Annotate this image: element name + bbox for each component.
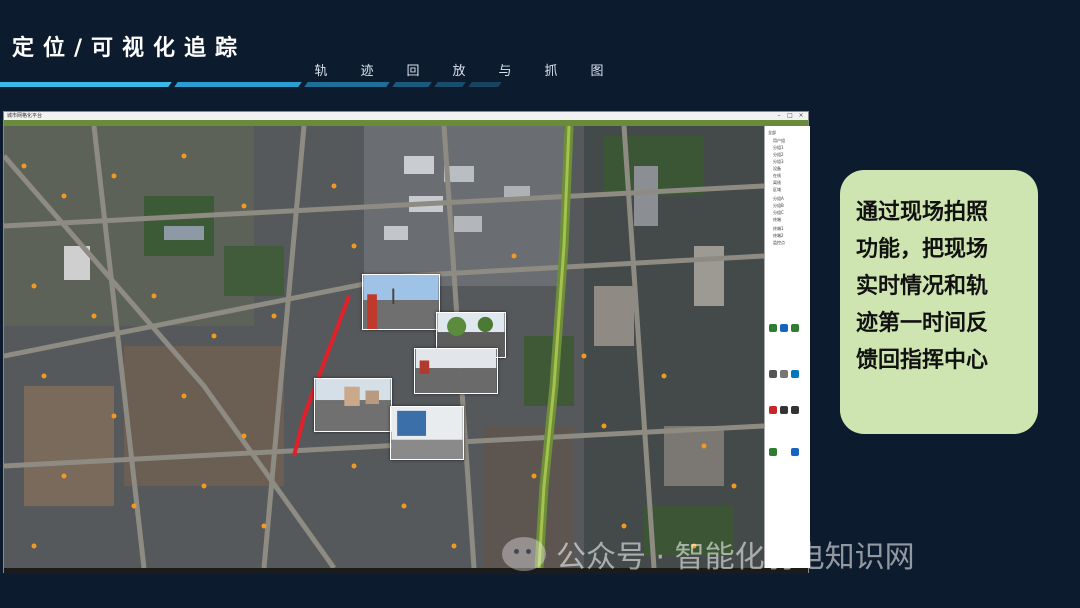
subtitle-char: 回 bbox=[406, 64, 420, 79]
subtitle-char: 放 bbox=[452, 64, 466, 79]
map-tool-icon[interactable] bbox=[791, 324, 799, 332]
callout-line: 通过现场拍照 bbox=[856, 200, 989, 225]
watermark-text: 公众号 · 智能化弱电知识网 bbox=[556, 540, 915, 575]
slide-title: 定位/可视化追踪 bbox=[12, 36, 247, 61]
satellite-map[interactable] bbox=[4, 126, 764, 568]
tree-item[interactable]: 终端 bbox=[773, 217, 781, 223]
subtitle-char: 图 bbox=[590, 64, 604, 79]
tree-item[interactable]: 区域 bbox=[773, 187, 781, 193]
tree-item[interactable]: 分组1 bbox=[773, 145, 784, 151]
tree-item[interactable]: 分组B bbox=[773, 203, 784, 209]
callout-line: 实时情况和轨 bbox=[856, 274, 989, 299]
field-photo[interactable] bbox=[314, 378, 392, 432]
map-tool-icon[interactable] bbox=[769, 448, 777, 456]
tree-item[interactable]: 分组3 bbox=[773, 159, 784, 165]
tree-item[interactable]: 分组A bbox=[773, 196, 784, 202]
map-tool-icon[interactable] bbox=[791, 370, 799, 378]
map-tool-icon[interactable] bbox=[769, 324, 777, 332]
title-underline-segment bbox=[468, 82, 502, 87]
title-underline-segment bbox=[434, 82, 466, 87]
field-photo[interactable] bbox=[414, 348, 498, 394]
callout-line: 馈回指挥中心 bbox=[856, 348, 989, 373]
description-callout: 通过现场拍照 功能，把现场 实时情况和轨 迹第一时间反 馈回指挥中心 bbox=[840, 170, 1038, 434]
slide-subtitle: 轨 迹 回 放 与 抓 图 bbox=[312, 60, 606, 79]
app-titlebar: 城市网格化平台 – □ × bbox=[4, 112, 808, 120]
map-tool-icon[interactable] bbox=[769, 370, 777, 378]
title-underline-segment bbox=[392, 82, 432, 87]
tree-item[interactable]: 用户组 bbox=[773, 138, 785, 144]
map-tool-icon[interactable] bbox=[791, 406, 799, 414]
subtitle-char: 抓 bbox=[544, 64, 558, 79]
watermark: 公众号 · 智能化弱电知识网 bbox=[502, 532, 915, 576]
map-tool-icon[interactable] bbox=[780, 370, 788, 378]
field-photo[interactable] bbox=[390, 406, 464, 460]
tree-item[interactable]: 分组C bbox=[773, 210, 784, 216]
device-tree-panel[interactable]: 全部用户组 分组1 分组2 分组3 设备 在线 离线 区域分组A 分组B 分组C 终端终端1 终端2 监… bbox=[764, 126, 810, 568]
window-close-icon[interactable]: × bbox=[797, 112, 805, 120]
map-tool-icon[interactable] bbox=[780, 406, 788, 414]
tree-item[interactable]: 在线 bbox=[773, 173, 781, 179]
app-window-title: 城市网格化平台 bbox=[7, 113, 43, 119]
title-underline-segment bbox=[174, 82, 302, 87]
window-maximize-icon[interactable]: □ bbox=[786, 112, 794, 120]
tree-item[interactable]: 设备 bbox=[773, 166, 781, 172]
window-controls: – □ × bbox=[775, 112, 805, 120]
tree-item[interactable]: 终端1 bbox=[773, 226, 784, 232]
tree-item[interactable]: 监控点 bbox=[773, 240, 785, 246]
subtitle-char: 迹 bbox=[360, 64, 374, 79]
map-tool-icon[interactable] bbox=[780, 324, 788, 332]
tree-item[interactable]: 全部 bbox=[768, 130, 776, 136]
field-photo[interactable] bbox=[362, 274, 440, 330]
callout-line: 功能，把现场 bbox=[856, 237, 989, 262]
title-underline-segment bbox=[304, 82, 390, 87]
callout-line: 迹第一时间反 bbox=[856, 311, 989, 336]
tree-item[interactable]: 离线 bbox=[773, 180, 781, 186]
map-tool-icon[interactable] bbox=[791, 448, 799, 456]
tree-item[interactable]: 终端2 bbox=[773, 233, 784, 239]
title-underline-bar bbox=[0, 82, 172, 87]
tree-item[interactable]: 分组2 bbox=[773, 152, 784, 158]
map-tool-icon[interactable] bbox=[769, 406, 777, 414]
satellite-map-graphics bbox=[4, 126, 764, 568]
window-minimize-icon[interactable]: – bbox=[775, 112, 783, 120]
wechat-logo-icon bbox=[502, 537, 546, 571]
map-app-window: 城市网格化平台 – □ × 全部 用户组 分组1 分组2 分组3 设备 在线 离… bbox=[3, 111, 810, 574]
subtitle-char: 轨 bbox=[314, 64, 328, 79]
subtitle-char: 与 bbox=[498, 64, 512, 79]
